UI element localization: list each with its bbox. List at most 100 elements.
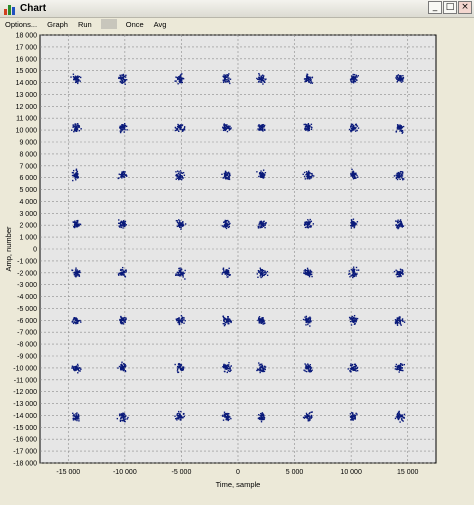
- data-point: [311, 172, 313, 175]
- data-point: [75, 317, 77, 319]
- data-point: [261, 74, 264, 76]
- data-point: [224, 318, 227, 320]
- data-point: [356, 366, 359, 369]
- data-point: [353, 363, 356, 366]
- menu-once[interactable]: Once: [125, 20, 145, 29]
- data-point: [401, 226, 403, 228]
- data-point: [74, 76, 76, 79]
- data-point: [261, 226, 263, 228]
- data-point: [78, 130, 80, 132]
- data-point: [304, 318, 307, 321]
- data-point: [72, 169, 75, 172]
- data-point: [400, 127, 402, 130]
- data-point: [351, 76, 353, 78]
- data-point: [396, 178, 399, 181]
- data-point: [79, 76, 82, 79]
- data-point: [352, 125, 355, 127]
- data-point: [121, 363, 123, 365]
- data-point: [401, 77, 404, 80]
- data-point: [78, 370, 80, 372]
- data-point: [120, 81, 123, 84]
- data-point: [398, 410, 400, 413]
- data-point: [118, 365, 121, 368]
- data-point: [308, 418, 311, 420]
- data-point: [223, 363, 225, 366]
- data-point: [75, 273, 77, 275]
- data-point: [264, 366, 267, 368]
- data-point: [351, 273, 354, 276]
- data-point: [179, 81, 181, 83]
- y-tick-label: 15 000: [16, 68, 38, 75]
- y-tick-label: -18 000: [13, 461, 37, 468]
- data-point: [120, 128, 122, 130]
- data-point: [178, 177, 180, 179]
- data-point: [125, 271, 127, 273]
- data-point: [123, 418, 125, 420]
- y-tick-label: 6 000: [19, 175, 37, 182]
- data-point: [399, 364, 402, 366]
- menu-avg[interactable]: Avg: [153, 20, 168, 29]
- data-point: [179, 319, 181, 321]
- data-point: [264, 368, 266, 370]
- data-point: [77, 372, 79, 374]
- data-point: [180, 368, 182, 370]
- data-point: [308, 220, 310, 222]
- data-point: [396, 174, 399, 176]
- data-point: [309, 177, 311, 179]
- maximize-button[interactable]: □: [443, 1, 457, 14]
- data-point: [179, 270, 182, 272]
- data-point: [177, 371, 180, 374]
- data-point: [262, 269, 265, 272]
- data-point: [349, 370, 352, 373]
- y-tick-label: -9 000: [17, 354, 37, 361]
- data-point: [353, 368, 355, 370]
- data-point: [305, 315, 308, 318]
- data-point: [395, 75, 398, 77]
- data-point: [264, 171, 267, 174]
- data-point: [178, 171, 180, 173]
- data-point: [176, 177, 179, 179]
- data-point: [223, 124, 225, 126]
- y-tick-label: 5 000: [19, 187, 37, 194]
- data-point: [223, 74, 225, 76]
- data-point: [355, 320, 357, 322]
- data-point: [309, 218, 311, 221]
- data-point: [224, 173, 227, 176]
- data-point: [260, 75, 263, 77]
- data-point: [223, 269, 225, 271]
- data-point: [77, 416, 80, 418]
- scatter-chart: 18 000 17 000 16 000 15 000 14 000 13 000 12 0…: [4, 33, 437, 489]
- data-point: [350, 269, 353, 271]
- data-point: [181, 172, 184, 174]
- data-point: [310, 273, 313, 276]
- data-point: [307, 365, 309, 368]
- data-point: [79, 223, 82, 226]
- minimize-button[interactable]: _: [428, 1, 442, 14]
- data-point: [75, 123, 77, 125]
- data-point: [182, 224, 184, 227]
- data-point: [123, 81, 125, 84]
- data-point: [350, 123, 353, 125]
- data-point: [351, 173, 354, 175]
- data-point: [227, 323, 229, 325]
- data-point: [122, 412, 124, 414]
- data-point: [123, 222, 125, 224]
- data-point: [260, 415, 262, 417]
- data-point: [398, 126, 400, 128]
- data-point: [311, 275, 313, 278]
- data-point: [355, 318, 358, 321]
- data-point: [225, 321, 228, 323]
- data-point: [76, 418, 79, 420]
- data-point: [225, 227, 228, 230]
- data-point: [310, 415, 313, 417]
- data-point: [226, 80, 229, 83]
- data-point: [308, 416, 311, 418]
- menu-run[interactable]: Run: [77, 20, 93, 29]
- data-point: [76, 321, 79, 323]
- menu-options[interactable]: Options...: [4, 20, 38, 29]
- menu-graph[interactable]: Graph: [46, 20, 69, 29]
- data-point: [400, 418, 403, 420]
- data-point: [178, 130, 180, 132]
- close-button[interactable]: ×: [458, 1, 472, 14]
- data-point: [120, 226, 122, 229]
